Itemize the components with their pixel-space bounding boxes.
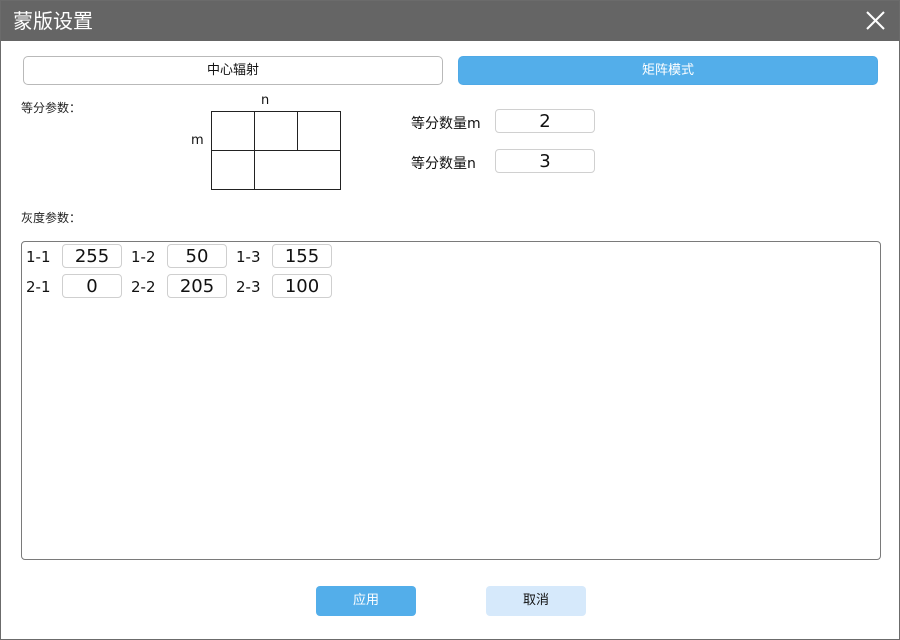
gray-cell-input[interactable] xyxy=(272,274,332,298)
cancel-button[interactable]: 取消 xyxy=(486,586,586,616)
divide-count-n-input[interactable] xyxy=(495,149,595,173)
gray-cell-input[interactable] xyxy=(167,274,227,298)
diagram-m-label: m xyxy=(191,133,204,148)
divide-count-m-input[interactable] xyxy=(495,109,595,133)
gray-cell-label: 1-2 xyxy=(131,248,156,266)
title-bar: 蒙版设置 xyxy=(1,1,899,41)
gray-cell-label: 2-2 xyxy=(131,278,156,296)
apply-button[interactable]: 应用 xyxy=(316,586,416,616)
close-icon xyxy=(866,11,885,30)
close-button[interactable] xyxy=(859,5,891,37)
divide-params-label: 等分参数： xyxy=(21,101,82,115)
diagram-n-label: n xyxy=(261,93,270,108)
gray-params-label: 灰度参数： xyxy=(21,211,82,225)
gray-cell-label: 2-1 xyxy=(26,278,51,296)
gray-params-panel: 1-1 1-2 1-3 2-1 2-2 2-3 xyxy=(21,241,881,560)
gray-cell-label: 1-1 xyxy=(26,248,51,266)
divide-count-n-label: 等分数量n xyxy=(411,156,476,172)
gray-cell-label: 1-3 xyxy=(236,248,261,266)
gray-cell-label: 2-3 xyxy=(236,278,261,296)
matrix-grid-diagram xyxy=(211,111,341,190)
gray-cell-input[interactable] xyxy=(62,274,122,298)
center-radial-mode-button[interactable]: 中心辐射 xyxy=(23,56,443,85)
mask-settings-dialog: 蒙版设置 中心辐射 矩阵模式 等分参数： n m 等分数量m 等分数量n 灰度参… xyxy=(0,0,900,640)
gray-cell-input[interactable] xyxy=(62,244,122,268)
gray-cell-input[interactable] xyxy=(167,244,227,268)
gray-cell-input[interactable] xyxy=(272,244,332,268)
matrix-mode-button[interactable]: 矩阵模式 xyxy=(458,56,878,85)
divide-count-m-label: 等分数量m xyxy=(411,116,481,132)
dialog-title: 蒙版设置 xyxy=(13,9,93,33)
